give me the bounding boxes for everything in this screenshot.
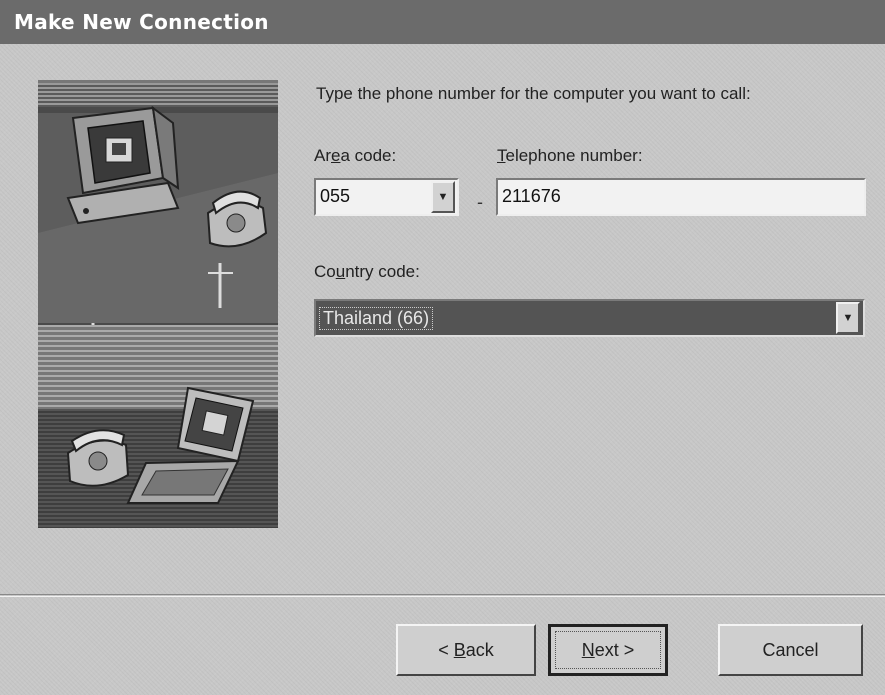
window-title: Make New Connection — [14, 10, 269, 34]
next-button-mnemonic: N — [581, 639, 595, 660]
telephone-icon-bottom — [66, 429, 130, 487]
back-button-prefix: < — [438, 639, 454, 660]
country-code-label-prefix: Co — [314, 262, 336, 281]
chevron-down-icon: ▼ — [437, 191, 449, 203]
dash-separator: - — [477, 192, 483, 212]
country-code-label: Country code: — [314, 262, 420, 282]
telephone-label-mnemonic: T — [497, 146, 506, 165]
country-code-value: Thailand (66) — [318, 307, 434, 330]
cancel-button-label: Cancel — [762, 639, 819, 660]
back-button[interactable]: < Back — [396, 624, 536, 676]
laptop-icon — [126, 386, 255, 504]
network-illustration-bottom — [66, 386, 255, 504]
telephone-number-value: 211676 — [502, 186, 561, 206]
country-code-label-mnemonic: u — [335, 262, 346, 281]
chevron-down-icon: ▼ — [842, 312, 854, 324]
cancel-button[interactable]: Cancel — [718, 624, 863, 676]
area-code-dropdown-button[interactable]: ▼ — [431, 181, 455, 213]
next-button[interactable]: Next > — [548, 624, 668, 676]
title-bar[interactable]: Make New Connection — [0, 0, 885, 44]
telephone-number-label: Telephone number: — [497, 146, 643, 166]
country-code-dropdown-button[interactable]: ▼ — [836, 302, 860, 334]
telephone-number-input[interactable]: 211676 — [496, 178, 866, 216]
area-code-label-prefix: Ar — [314, 146, 331, 165]
country-code-select[interactable]: Thailand (66) — [314, 299, 865, 337]
back-button-suffix: ack — [465, 639, 494, 660]
telephone-label-suffix: elephone number: — [505, 146, 643, 165]
country-code-label-suffix: ntry code: — [345, 262, 420, 281]
area-code-label-suffix: a code: — [340, 146, 397, 165]
connection-illustration — [38, 80, 278, 528]
area-code-label: Area code: — [314, 146, 396, 166]
next-button-suffix: ext > — [594, 639, 635, 660]
back-button-mnemonic: B — [453, 639, 466, 660]
instruction-text: Type the phone number for the computer y… — [316, 84, 751, 103]
footer-divider — [0, 594, 885, 597]
make-new-connection-dialog: Make New Connection Type the phone numbe… — [0, 0, 885, 695]
area-code-value: 055 — [320, 186, 351, 206]
